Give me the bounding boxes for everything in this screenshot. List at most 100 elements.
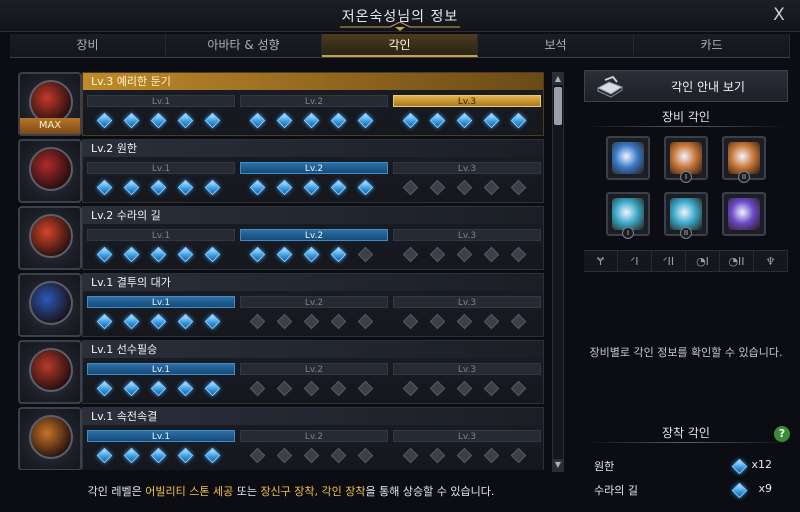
equip-slot-ring-1[interactable]: I [606, 192, 650, 239]
engraving-icon: MAX [18, 72, 82, 136]
gem-row [240, 245, 388, 265]
close-button[interactable]: X [768, 4, 790, 26]
gem-lit-icon [357, 179, 374, 196]
level-segments: Lv.1 Lv.2 Lv.3 [87, 363, 541, 403]
slot-number-badge: II [680, 227, 692, 239]
level-bar: Lv.2 [240, 363, 388, 375]
equip-filter-icon[interactable]: ᐟI [618, 251, 652, 271]
ability-stone-icon [728, 198, 760, 230]
gem-row [87, 111, 235, 131]
help-button[interactable]: ? [774, 426, 790, 442]
equip-slot-ability-stone[interactable] [722, 192, 766, 236]
scroll-thumb[interactable] [554, 87, 562, 125]
ring-1-icon [612, 198, 644, 230]
list-scrollbar[interactable]: ▲ ▼ [552, 72, 564, 472]
gem-row [87, 379, 235, 399]
gem-lit-icon [249, 112, 266, 129]
engraving-row[interactable]: Lv.1 속전속결 Lv.1 Lv.2 Lv.3 [18, 407, 544, 470]
gem-lit-icon [123, 447, 140, 464]
level-segment: Lv.1 [87, 430, 235, 470]
gem-lit-icon [177, 380, 194, 397]
equip-filter-icon[interactable]: ᐟII [652, 251, 686, 271]
gem-lit-icon [330, 179, 347, 196]
equip-engraving-title: 장비 각인 [662, 110, 710, 124]
gem-lit-icon [123, 246, 140, 263]
level-bar: Lv.3 [393, 229, 541, 241]
engraving-detail: Lv.1 속전속결 Lv.1 Lv.2 Lv.3 [82, 407, 544, 470]
level-segments: Lv.1 Lv.2 Lv.3 [87, 229, 541, 269]
gem-lit-icon [303, 179, 320, 196]
engraving-row[interactable]: Lv.1 선수필승 Lv.1 Lv.2 Lv.3 [18, 340, 544, 404]
equip-filter-icon[interactable]: Ɏ [584, 251, 618, 271]
level-bar: Lv.3 [393, 430, 541, 442]
gem-empty-icon [456, 179, 473, 196]
gem-lit-icon [123, 179, 140, 196]
gem-empty-icon [357, 313, 374, 330]
gem-lit-icon [96, 179, 113, 196]
divider [584, 442, 788, 443]
engraving-row[interactable]: Lv.2 원한 Lv.1 Lv.2 Lv.3 [18, 139, 544, 203]
gem-lit-icon [150, 112, 167, 129]
engraving-title: Lv.3 예리한 둔기 [83, 73, 543, 90]
gem-lit-icon [177, 246, 194, 263]
equipped-name: 수라의 길 [594, 484, 638, 497]
level-segment: Lv.3 [393, 162, 541, 202]
gem-empty-icon [249, 380, 266, 397]
engraving-emblem-icon [29, 348, 73, 392]
equip-filter-icon[interactable]: ◔II [720, 251, 754, 271]
tab-engraving[interactable]: 각인 [322, 34, 478, 57]
equip-filter-icon[interactable]: ♆ [754, 251, 788, 271]
equip-filter-icon[interactable]: ◔I [686, 251, 720, 271]
equipped-name: 원한 [594, 460, 615, 473]
gem-lit-icon [204, 112, 221, 129]
level-bar: Lv.1 [87, 95, 235, 107]
level-segment: Lv.3 [393, 296, 541, 336]
engraving-guide-button[interactable]: 각인 안내 보기 [584, 70, 788, 102]
tab-cards[interactable]: 카드 [634, 34, 790, 57]
level-bar: Lv.3 [393, 95, 541, 107]
gem-empty-icon [429, 447, 446, 464]
gem-lit-icon [276, 112, 293, 129]
ring-2-icon [670, 198, 702, 230]
gem-empty-icon [429, 380, 446, 397]
level-bar: Lv.1 [87, 363, 235, 375]
gem-lit-icon [330, 112, 347, 129]
engraving-row[interactable]: MAX Lv.3 예리한 둔기 Lv.1 Lv.2 Lv.3 [18, 72, 544, 136]
equip-slot-ring-2[interactable]: II [664, 192, 708, 239]
gem-lit-icon [456, 112, 473, 129]
gem-empty-icon [510, 179, 527, 196]
equipment-grid: I II I II [606, 136, 772, 246]
level-segment: Lv.2 [240, 296, 388, 336]
gem-row [240, 178, 388, 198]
gem-lit-icon [402, 112, 419, 129]
equip-slot-earring-1[interactable]: I [664, 136, 708, 183]
title-ornament [340, 22, 460, 31]
gem-empty-icon [510, 380, 527, 397]
tab-equipment[interactable]: 장비 [10, 34, 166, 57]
level-bar: Lv.3 [393, 363, 541, 375]
gem-empty-icon [402, 179, 419, 196]
engraving-detail: Lv.1 결투의 대가 Lv.1 Lv.2 Lv.3 [82, 273, 544, 337]
tab-gems[interactable]: 보석 [478, 34, 634, 57]
engraving-icon [18, 273, 82, 337]
engraving-detail: Lv.3 예리한 둔기 Lv.1 Lv.2 Lv.3 [82, 72, 544, 136]
earring-1-icon [670, 142, 702, 174]
level-segments: Lv.1 Lv.2 Lv.3 [87, 430, 541, 470]
tab-avatar[interactable]: 아바타 & 성향 [166, 34, 322, 57]
level-segment: Lv.1 [87, 162, 235, 202]
equipped-count: x12 [751, 458, 772, 471]
engraving-emblem-icon [29, 214, 73, 258]
gem-icon [731, 458, 748, 475]
equip-slot-earring-2[interactable]: II [722, 136, 766, 183]
equip-slot-necklace[interactable] [606, 136, 650, 180]
engraving-icon [18, 340, 82, 404]
level-segment: Lv.2 [240, 95, 388, 135]
scroll-up-icon[interactable]: ▲ [553, 73, 563, 85]
gem-empty-icon [276, 447, 293, 464]
max-badge: MAX [20, 118, 80, 134]
engraving-row[interactable]: Lv.1 결투의 대가 Lv.1 Lv.2 Lv.3 [18, 273, 544, 337]
engraving-row[interactable]: Lv.2 수라의 길 Lv.1 Lv.2 Lv.3 [18, 206, 544, 270]
gem-empty-icon [510, 246, 527, 263]
level-segment: Lv.3 [393, 95, 541, 135]
scroll-down-icon[interactable]: ▼ [553, 459, 563, 471]
